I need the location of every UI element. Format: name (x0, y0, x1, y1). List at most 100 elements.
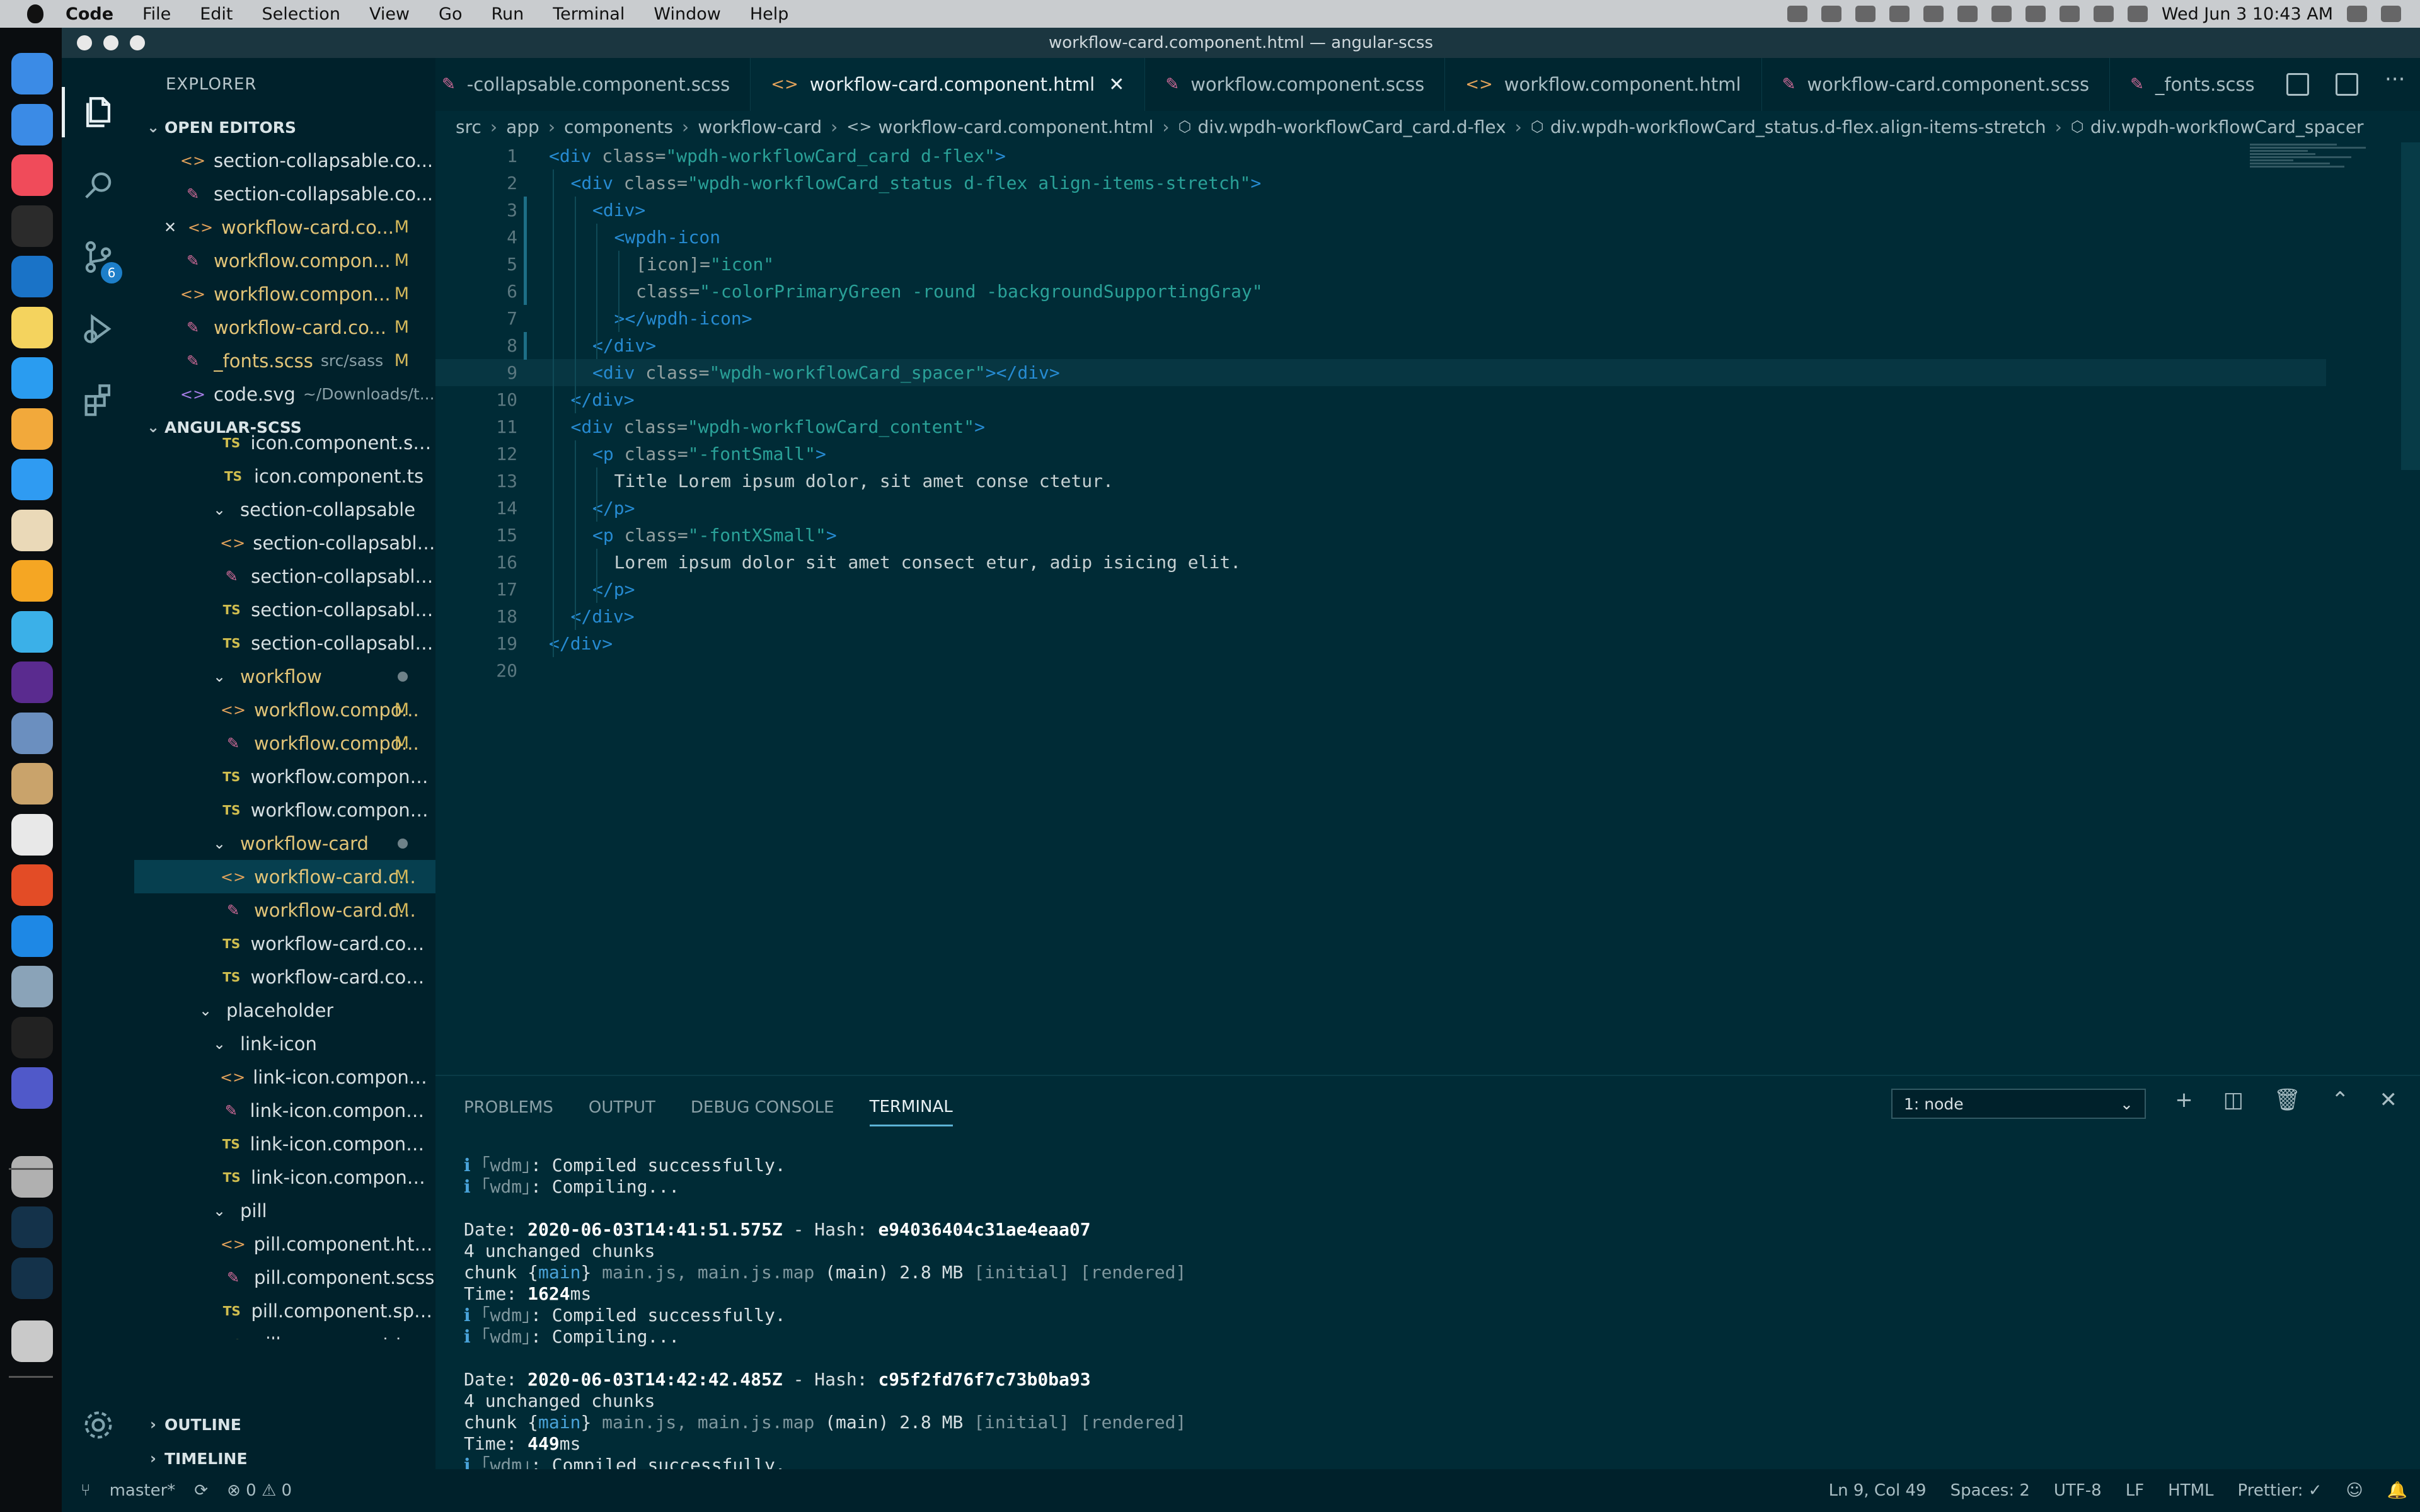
sync-icon[interactable]: ⟳ (194, 1481, 208, 1500)
folder-item[interactable]: ⌄ placeholder (134, 994, 435, 1027)
source-control-icon[interactable]: 6 (62, 226, 134, 289)
breadcrumb-item[interactable]: workflow-card (698, 117, 822, 137)
folder-item[interactable]: ⌄ pill (134, 1194, 435, 1227)
script-editor-icon[interactable] (11, 813, 53, 856)
trash-icon[interactable] (11, 1320, 53, 1362)
settings-gear-icon[interactable] (62, 1394, 134, 1457)
cloud-icon[interactable] (1821, 6, 1841, 22)
file-item[interactable]: ✎ link-icon.component.s... (134, 1094, 435, 1127)
feedback-icon[interactable]: ☺ (2346, 1481, 2363, 1500)
control-center-icon[interactable] (2381, 6, 2401, 22)
moon-icon[interactable] (1957, 6, 1978, 22)
preview-icon[interactable] (11, 357, 53, 399)
open-editor-item[interactable]: ✎ section-collapsable.co... (134, 177, 435, 210)
vscode-icon[interactable] (11, 915, 53, 957)
folder-item[interactable]: ⌄ link-icon (134, 1027, 435, 1060)
file-item[interactable]: TS section-collapsable.c... (134, 626, 435, 660)
window-1-icon[interactable] (11, 1206, 53, 1248)
cursor-position[interactable]: Ln 9, Col 49 (1829, 1481, 1927, 1500)
search-icon[interactable] (62, 154, 134, 217)
tab--collapsable-component-scss[interactable]: ✎ -collapsable.component.scss (435, 58, 751, 111)
git-branch[interactable]: master* (110, 1481, 176, 1500)
open-editor-item[interactable]: ✎ _fonts.scss src/sass M (134, 344, 435, 377)
open-editor-item[interactable]: <> code.svg ~/Downloads/t... (134, 377, 435, 411)
terminal-select[interactable]: 1: node ⌄ (1891, 1089, 2146, 1119)
grid-icon[interactable] (1923, 6, 1944, 22)
apple-icon[interactable] (23, 1, 48, 26)
encoding[interactable]: UTF-8 (2054, 1481, 2102, 1500)
file-item[interactable]: ✎ workflow.compo... M (134, 726, 435, 760)
file-item[interactable]: TS pill.component.ts (134, 1327, 435, 1340)
split-terminal-icon[interactable]: ◫ (2223, 1087, 2244, 1113)
file-item[interactable]: <> workflow-card.c... M (134, 860, 435, 893)
panel-tab-debug-console[interactable]: DEBUG CONSOLE (691, 1089, 834, 1126)
file-item[interactable]: ✎ pill.component.scss (134, 1261, 435, 1294)
editor-scrollbar[interactable] (2401, 142, 2420, 470)
sketch-icon[interactable] (11, 560, 53, 602)
split-editor-icon[interactable] (2336, 73, 2358, 96)
airplay-icon[interactable] (1991, 6, 2012, 22)
file-item[interactable]: ✎ workflow-card.c... M (134, 893, 435, 927)
window-2-icon[interactable] (11, 1257, 53, 1299)
breadcrumb-item[interactable]: app (506, 117, 539, 137)
menu-window[interactable]: Window (654, 4, 720, 24)
tab-workflow-component-scss[interactable]: ✎ workflow.component.scss (1145, 58, 1446, 111)
keynote-icon[interactable] (11, 712, 53, 754)
open-editor-item[interactable]: ✎ workflow-card.co... M (134, 311, 435, 344)
file-item[interactable]: TS icon.component.spec... (134, 426, 435, 459)
menubar-clock[interactable]: Wed Jun 3 10:43 AM (2162, 4, 2333, 24)
slack-icon[interactable] (11, 662, 53, 703)
messages-icon[interactable] (11, 459, 53, 500)
file-item[interactable]: TS workflow.component.ts (134, 793, 435, 827)
folder-item[interactable]: ⌄ workflow (134, 660, 435, 693)
file-item[interactable]: <> pill.component.html (134, 1227, 435, 1261)
drive-icon[interactable] (1889, 6, 1910, 22)
menu-code[interactable]: Code (66, 4, 113, 24)
menu-selection[interactable]: Selection (262, 4, 340, 24)
open-editor-item[interactable]: ✎ workflow.compon... M (134, 244, 435, 277)
dropbox-icon[interactable] (1787, 6, 1807, 22)
tab-workflow-card-component-scss[interactable]: ✎ workflow-card.component.scss (1762, 58, 2111, 111)
new-terminal-icon[interactable]: + (2175, 1087, 2193, 1113)
tab--fonts-scss[interactable]: ✎ _fonts.scss (2110, 58, 2276, 111)
music-icon[interactable] (11, 154, 53, 196)
photos-icon[interactable] (11, 408, 53, 450)
chrome-icon[interactable] (11, 864, 53, 906)
breadcrumb-item[interactable]: div.wpdh-workflowCard_status.d-flex.alig… (1550, 117, 2046, 137)
file-item[interactable]: TS workflow-card.compo... (134, 960, 435, 994)
close-panel-icon[interactable]: ✕ (2380, 1087, 2398, 1113)
bluetooth-icon[interactable] (2025, 6, 2046, 22)
maximize-panel-icon[interactable]: ⌃ (2331, 1087, 2349, 1113)
extensions-icon[interactable] (62, 368, 134, 431)
wifi-icon[interactable] (2059, 6, 2080, 22)
tab-workflow-component-html[interactable]: <> workflow.component.html (1445, 58, 1762, 111)
panel-tab-problems[interactable]: PROBLEMS (464, 1089, 553, 1126)
outline-section[interactable]: › OUTLINE (134, 1407, 435, 1441)
notifications-bell-icon[interactable]: 🔔 (2387, 1481, 2407, 1500)
more-actions-icon[interactable]: ··· (2385, 69, 2407, 96)
trash-icon[interactable]: 🗑 (2274, 1087, 2301, 1113)
menu-view[interactable]: View (369, 4, 410, 24)
notes-icon[interactable] (11, 306, 53, 348)
onepassword-icon[interactable] (1855, 6, 1876, 22)
open-editor-item[interactable]: <> section-collapsable.co... (134, 144, 435, 177)
file-item[interactable]: <> workflow.compo... M (134, 693, 435, 726)
open-editor-item[interactable]: ✕ <> workflow-card.co... M (134, 210, 435, 244)
onepassword-icon[interactable] (11, 205, 53, 247)
menu-edit[interactable]: Edit (200, 4, 233, 24)
contacts-icon[interactable] (11, 763, 53, 805)
file-item[interactable]: <> link-icon.component.... (134, 1060, 435, 1094)
menu-run[interactable]: Run (491, 4, 524, 24)
breadcrumb-item[interactable]: workflow-card.component.html (879, 117, 1154, 137)
breadcrumb-item[interactable]: src (456, 117, 481, 137)
breadcrumb-item[interactable]: div.wpdh-workflowCard_card.d-flex (1198, 117, 1506, 137)
file-item[interactable]: TS link-icon.component.s... (134, 1127, 435, 1160)
open-editors-header[interactable]: ⌄ OPEN EDITORS (134, 111, 435, 144)
breadcrumb-item[interactable]: div.wpdh-workflowCard_spacer (2090, 117, 2364, 137)
run-debug-icon[interactable] (62, 297, 134, 360)
menu-terminal[interactable]: Terminal (553, 4, 625, 24)
textedit-icon[interactable] (11, 509, 53, 551)
terminal-icon[interactable] (11, 1016, 53, 1058)
prettier-status[interactable]: Prettier: ✓ (2238, 1481, 2322, 1500)
menu-help[interactable]: Help (750, 4, 789, 24)
